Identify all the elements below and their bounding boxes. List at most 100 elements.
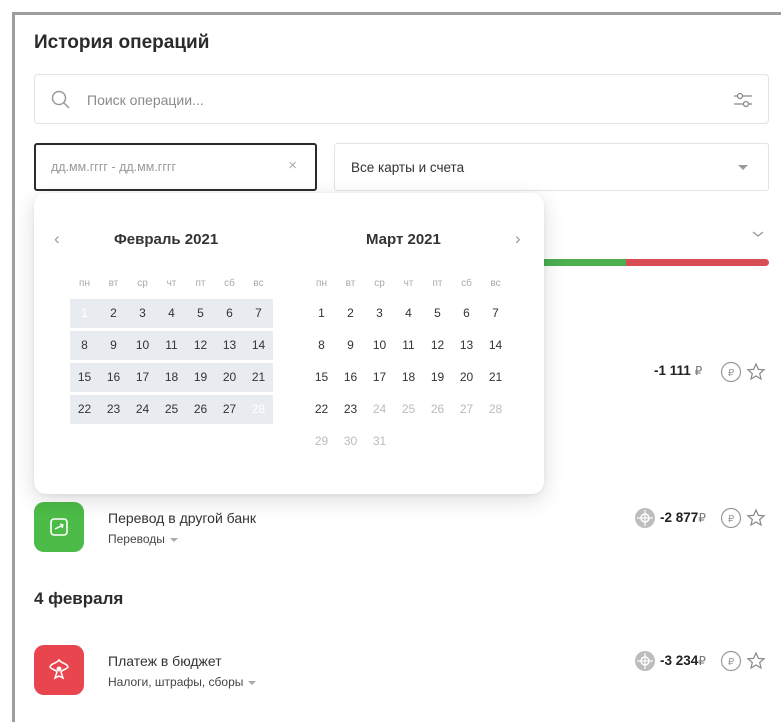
bonus-ruble-icon[interactable]: ₽ (720, 361, 742, 383)
clear-date-icon[interactable]: × (288, 157, 297, 174)
weekday-label: вс (253, 278, 264, 289)
weekday-label: вт (108, 278, 119, 289)
search-input[interactable]: Поиск операции... (87, 92, 204, 108)
calendar-day[interactable]: 23 (99, 395, 128, 424)
star-icon[interactable] (746, 651, 766, 671)
cards-accounts-select[interactable]: Все карты и счета (334, 143, 769, 191)
calendar-day[interactable]: 3 (365, 299, 394, 328)
calendar-day[interactable]: 8 (70, 331, 99, 360)
calendar-day[interactable]: 29 (307, 427, 336, 456)
calendar-day[interactable]: 31 (365, 427, 394, 456)
calendar-day[interactable]: 25 (394, 395, 423, 424)
prev-month-button[interactable]: ‹ (54, 229, 60, 249)
calendar-day[interactable]: 20 (452, 363, 481, 392)
calendar-day[interactable]: 10 (365, 331, 394, 360)
chevron-down-icon (738, 165, 748, 170)
calendar-day[interactable]: 2 (336, 299, 365, 328)
calendar-day[interactable]: 3 (128, 299, 157, 328)
calendar-day[interactable]: 14 (481, 331, 510, 360)
calendar-day[interactable]: 20 (215, 363, 244, 392)
calendar-day[interactable]: 24 (128, 395, 157, 424)
calendar-day[interactable]: 18 (157, 363, 186, 392)
transaction-amount: -3 234₽ (660, 653, 706, 668)
calendar-day[interactable]: 1 (70, 299, 99, 328)
bonus-ruble-icon[interactable]: ₽ (720, 507, 742, 529)
calendar-day[interactable]: 12 (186, 331, 215, 360)
calendar-day[interactable]: 21 (244, 363, 273, 392)
weekday-label: пн (79, 278, 90, 289)
calendar-day[interactable]: 14 (244, 331, 273, 360)
calendar-day[interactable]: 4 (394, 299, 423, 328)
calendar-day[interactable]: 6 (215, 299, 244, 328)
calendar-day[interactable]: 26 (186, 395, 215, 424)
calendar-day[interactable]: 1 (307, 299, 336, 328)
calendar-day[interactable]: 17 (128, 363, 157, 392)
chevron-down-icon (169, 537, 178, 542)
transaction-amount: -2 877₽ (660, 510, 706, 525)
weekday-label: вт (345, 278, 356, 289)
transaction-amount: -1 111 ₽ (654, 363, 703, 378)
calendar-day[interactable]: 27 (215, 395, 244, 424)
transaction-title[interactable]: Перевод в другой банк (108, 510, 256, 526)
calendar-day[interactable]: 22 (70, 395, 99, 424)
calendar-day[interactable]: 9 (336, 331, 365, 360)
calendar-day[interactable]: 28 (244, 395, 273, 424)
calendar-day[interactable]: 11 (394, 331, 423, 360)
weekday-label: пт (432, 278, 443, 289)
calendar-day[interactable]: 16 (99, 363, 128, 392)
transaction-category[interactable]: Переводы (108, 532, 178, 546)
calendar-day[interactable]: 26 (423, 395, 452, 424)
calendar-day[interactable]: 17 (365, 363, 394, 392)
search-bar[interactable]: Поиск операции... (34, 74, 769, 124)
calendar-day[interactable]: 27 (452, 395, 481, 424)
calendar-day[interactable]: 2 (99, 299, 128, 328)
calendar-day[interactable]: 13 (452, 331, 481, 360)
calendar-day[interactable]: 19 (186, 363, 215, 392)
calendar-day[interactable]: 23 (336, 395, 365, 424)
calendar-day[interactable]: 19 (423, 363, 452, 392)
calendar-day[interactable]: 25 (157, 395, 186, 424)
calendar-day[interactable]: 13 (215, 331, 244, 360)
calendar-day[interactable]: 15 (70, 363, 99, 392)
calendar-day[interactable]: 15 (307, 363, 336, 392)
calendar-day[interactable]: 5 (423, 299, 452, 328)
transaction-title[interactable]: Платеж в бюджет (108, 653, 222, 669)
weekday-label: ср (374, 278, 385, 289)
calendar-day[interactable]: 30 (336, 427, 365, 456)
bonus-ruble-icon[interactable]: ₽ (720, 650, 742, 672)
calendar-day[interactable]: 7 (244, 299, 273, 328)
calendar-day[interactable]: 28 (481, 395, 510, 424)
calendar-day[interactable]: 22 (307, 395, 336, 424)
weekday-label: сб (461, 278, 472, 289)
svg-text:₽: ₽ (728, 514, 735, 525)
calendar-day[interactable]: 18 (394, 363, 423, 392)
income-bar (540, 259, 626, 266)
calendar-day[interactable]: 11 (157, 331, 186, 360)
calendar-month-title: Март 2021 (366, 231, 441, 248)
calendar-day[interactable]: 12 (423, 331, 452, 360)
weekday-label: пн (316, 278, 327, 289)
next-month-button[interactable]: › (515, 229, 521, 249)
weekday-label: чт (403, 278, 414, 289)
calendar-day[interactable]: 9 (99, 331, 128, 360)
star-icon[interactable] (746, 508, 766, 528)
calendar-day[interactable]: 8 (307, 331, 336, 360)
calendar-day[interactable]: 7 (481, 299, 510, 328)
transaction-category[interactable]: Налоги, штрафы, сборы (108, 675, 257, 689)
calendar-day[interactable]: 5 (186, 299, 215, 328)
chevron-down-icon (248, 680, 257, 685)
svg-text:₽: ₽ (728, 657, 735, 668)
calendar-day[interactable]: 21 (481, 363, 510, 392)
star-icon[interactable] (746, 362, 766, 382)
filter-settings-icon[interactable] (732, 90, 754, 110)
calendar-day[interactable]: 16 (336, 363, 365, 392)
calendar-day[interactable]: 4 (157, 299, 186, 328)
date-range-input[interactable]: дд.мм.гггг - дд.мм.гггг × (34, 143, 317, 191)
search-icon (51, 90, 70, 109)
calendar-day[interactable]: 10 (128, 331, 157, 360)
weekday-label: чт (166, 278, 177, 289)
expand-chevron-icon[interactable] (750, 226, 766, 242)
calendar-day[interactable]: 24 (365, 395, 394, 424)
date-range-calendar[interactable]: ‹ Февраль 2021 Март 2021 › пн вт ср чт пт сб в… (34, 193, 544, 494)
calendar-day[interactable]: 6 (452, 299, 481, 328)
